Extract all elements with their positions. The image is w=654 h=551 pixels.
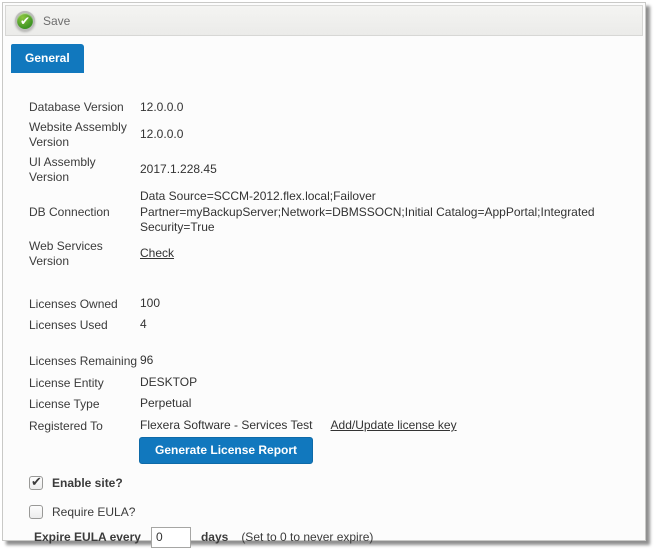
licenses-remaining-value: 96 <box>140 353 625 369</box>
ui-assembly-version-value: 2017.1.228.45 <box>140 162 625 178</box>
license-entity-value: DESKTOP <box>140 375 625 391</box>
generate-license-report-button[interactable]: Generate License Report <box>139 437 313 464</box>
license-entity-label: License Entity <box>29 376 139 391</box>
field-row-licenses-owned: Licenses Owned 100 <box>29 296 625 313</box>
tab-general[interactable]: General <box>11 44 84 73</box>
field-row-website-assembly-version: Website Assembly Version 12.0.0.0 <box>29 120 625 150</box>
require-eula-label: Require EULA? <box>52 505 135 519</box>
tab-bar: General <box>11 44 645 73</box>
expire-eula-days-input[interactable] <box>151 527 191 548</box>
database-version-label: Database Version <box>29 100 139 115</box>
save-button-label: Save <box>43 14 70 28</box>
license-type-value: Perpetual <box>140 396 625 412</box>
enable-site-checkbox[interactable] <box>29 476 43 490</box>
toolbar: ✔ Save <box>5 5 643 36</box>
enable-site-label: Enable site? <box>52 476 123 490</box>
field-row-license-type: License Type Perpetual <box>29 396 625 413</box>
field-row-ui-assembly-version: UI Assembly Version 2017.1.228.45 <box>29 155 625 185</box>
website-assembly-version-value: 12.0.0.0 <box>140 127 625 143</box>
field-row-db-connection: DB Connection Data Source=SCCM-2012.flex… <box>29 189 625 236</box>
require-eula-checkbox[interactable] <box>29 505 43 519</box>
licenses-used-label: Licenses Used <box>29 318 139 333</box>
registered-to-label: Registered To <box>29 419 139 434</box>
licenses-remaining-label: Licenses Remaining <box>29 354 139 369</box>
field-row-licenses-remaining: Licenses Remaining 96 <box>29 353 625 370</box>
check-web-services-link[interactable]: Check <box>140 246 174 260</box>
settings-panel: ✔ Save General Database Version 12.0.0.0… <box>2 2 646 541</box>
licenses-used-value: 4 <box>140 317 625 333</box>
db-connection-label: DB Connection <box>29 205 139 220</box>
web-services-version-label: Web Services Version <box>29 239 139 269</box>
expire-eula-days-label: days <box>201 530 228 544</box>
field-row-license-entity: License Entity DESKTOP <box>29 375 625 392</box>
license-type-label: License Type <box>29 397 139 412</box>
field-row-licenses-used: Licenses Used 4 <box>29 317 625 334</box>
field-row-web-services-version: Web Services Version Check <box>29 239 625 269</box>
general-settings-form: Database Version 12.0.0.0 Website Assemb… <box>3 73 645 548</box>
website-assembly-version-label: Website Assembly Version <box>29 120 139 150</box>
require-eula-row: Require EULA? <box>29 505 625 519</box>
licenses-owned-value: 100 <box>140 296 625 312</box>
save-check-icon: ✔ <box>15 11 35 31</box>
registered-to-value: Flexera Software - Services Test <box>140 418 313 434</box>
license-report-button-row: Generate License Report <box>139 437 625 464</box>
licenses-owned-label: Licenses Owned <box>29 297 139 312</box>
add-update-license-key-link[interactable]: Add/Update license key <box>331 418 457 434</box>
expire-eula-row: Expire EULA every days (Set to 0 to neve… <box>34 527 625 548</box>
enable-site-row: Enable site? <box>29 476 625 490</box>
expire-eula-hint: (Set to 0 to never expire) <box>241 530 373 544</box>
ui-assembly-version-label: UI Assembly Version <box>29 155 139 185</box>
database-version-value: 12.0.0.0 <box>140 100 625 116</box>
save-button[interactable]: ✔ Save <box>15 11 70 31</box>
field-row-registered-to: Registered To Flexera Software - Service… <box>29 418 625 435</box>
field-row-database-version: Database Version 12.0.0.0 <box>29 99 625 116</box>
expire-eula-prefix-label: Expire EULA every <box>34 530 141 544</box>
db-connection-value: Data Source=SCCM-2012.flex.local;Failove… <box>140 189 625 236</box>
